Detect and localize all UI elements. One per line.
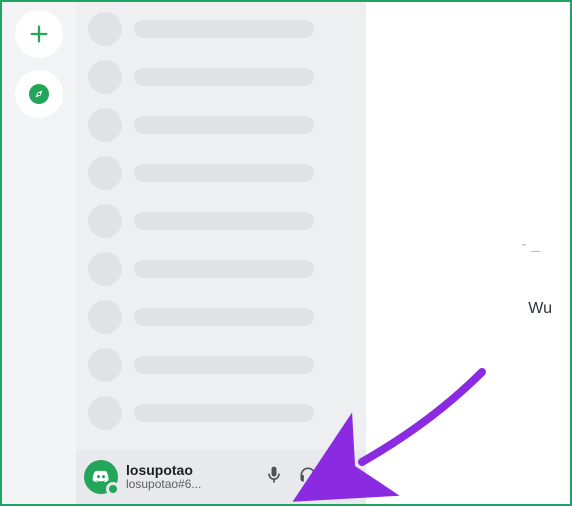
dm-name-placeholder xyxy=(134,212,314,230)
user-settings-button[interactable] xyxy=(326,461,358,493)
dm-name-placeholder xyxy=(134,356,314,374)
username-label: losupotao xyxy=(126,463,250,478)
chat-area: - _ Wu xyxy=(366,2,570,504)
dm-name-placeholder xyxy=(134,308,314,326)
explore-servers-button[interactable] xyxy=(15,70,63,118)
dm-placeholder-row xyxy=(88,344,354,386)
user-panel: losupotao losupotao#6... xyxy=(76,450,366,504)
add-server-button[interactable] xyxy=(15,10,63,58)
discriminator-label: losupotao#6... xyxy=(126,478,250,491)
dm-column: losupotao losupotao#6... xyxy=(76,2,366,504)
dm-avatar-placeholder xyxy=(88,12,122,46)
server-list xyxy=(2,2,76,504)
dm-avatar-placeholder xyxy=(88,396,122,430)
dm-avatar-placeholder xyxy=(88,108,122,142)
dm-avatar-placeholder xyxy=(88,156,122,190)
dm-placeholder-row xyxy=(88,104,354,146)
user-info[interactable]: losupotao losupotao#6... xyxy=(126,463,250,492)
mute-button[interactable] xyxy=(258,461,290,493)
dm-name-placeholder xyxy=(134,260,314,278)
dm-placeholder-row xyxy=(88,8,354,50)
dm-placeholder-row xyxy=(88,392,354,434)
dm-avatar-placeholder xyxy=(88,348,122,382)
dm-avatar-placeholder xyxy=(88,300,122,334)
dm-placeholder-row xyxy=(88,152,354,194)
dm-name-placeholder xyxy=(134,116,314,134)
microphone-icon xyxy=(264,465,284,490)
dm-avatar-placeholder xyxy=(88,60,122,94)
dm-name-placeholder xyxy=(134,404,314,422)
dm-placeholder-row xyxy=(88,296,354,338)
dm-avatar-placeholder xyxy=(88,204,122,238)
online-status-icon xyxy=(106,482,120,496)
deafen-button[interactable] xyxy=(292,461,324,493)
dm-name-placeholder xyxy=(134,68,314,86)
dm-name-placeholder xyxy=(134,20,314,38)
headphones-icon xyxy=(298,465,318,490)
dm-avatar-placeholder xyxy=(88,252,122,286)
plus-icon xyxy=(28,23,50,45)
chat-fragment-text: Wu xyxy=(528,300,552,318)
dm-placeholder-row xyxy=(88,56,354,98)
gear-icon xyxy=(332,465,352,490)
dm-list xyxy=(76,2,366,450)
dm-name-placeholder xyxy=(134,164,314,182)
user-panel-controls xyxy=(258,461,358,493)
user-avatar[interactable] xyxy=(84,460,118,494)
chat-placeholder-dash: - _ xyxy=(521,236,540,254)
dm-placeholder-row xyxy=(88,200,354,242)
compass-icon xyxy=(27,82,51,106)
dm-placeholder-row xyxy=(88,248,354,290)
